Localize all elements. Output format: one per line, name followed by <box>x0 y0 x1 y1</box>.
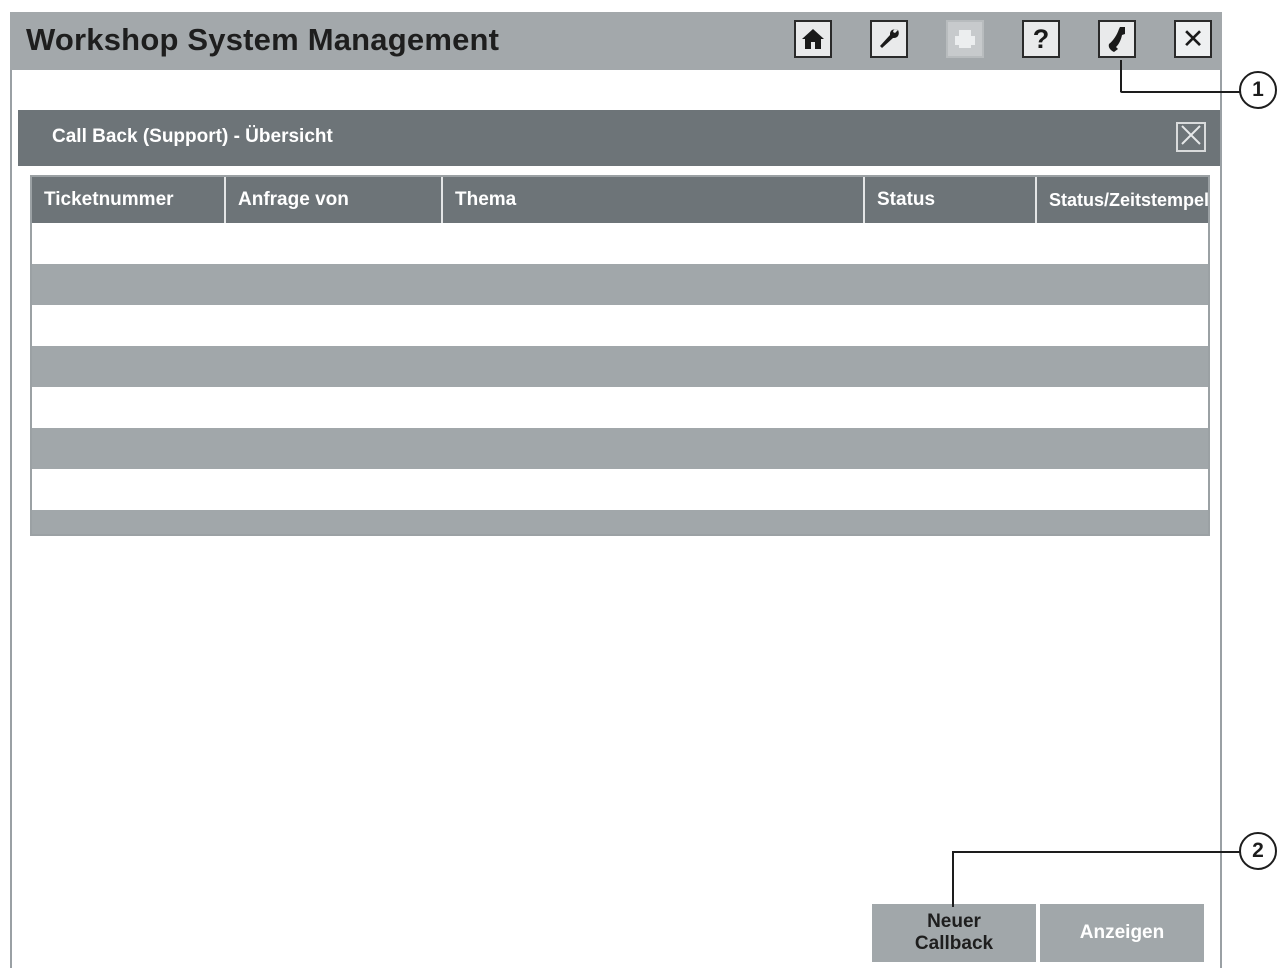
wrench-icon <box>877 27 901 51</box>
table-row[interactable] <box>32 264 1208 305</box>
column-header-ticketnummer[interactable]: Ticketnummer <box>32 177 224 223</box>
callout-leader-1 <box>1120 60 1122 92</box>
column-header-anfrage-von[interactable]: Anfrage von <box>224 177 441 223</box>
table-row[interactable] <box>32 428 1208 469</box>
column-header-status-zeitstempel[interactable]: Status/Zeitstempel <box>1035 177 1208 223</box>
home-button[interactable] <box>794 20 832 58</box>
new-callback-label: Neuer Callback <box>914 911 994 954</box>
dialog-title: Call Back (Support) - Übersicht <box>52 126 333 147</box>
close-icon: ✕ <box>1181 23 1205 54</box>
column-header-status[interactable]: Status <box>863 177 1035 223</box>
callout-2: 2 <box>1239 832 1277 870</box>
callback-phone-button[interactable] <box>1098 20 1136 58</box>
column-header-thema[interactable]: Thema <box>441 177 863 223</box>
callback-table: Ticketnummer Anfrage von Thema Status St… <box>30 175 1210 536</box>
close-icon <box>1180 124 1202 151</box>
table-header: Ticketnummer Anfrage von Thema Status St… <box>32 177 1208 223</box>
app-title: Workshop System Management <box>26 22 500 57</box>
callout-1: 1 <box>1239 71 1277 109</box>
table-row[interactable] <box>32 223 1208 264</box>
table-row[interactable] <box>32 387 1208 428</box>
callout-leader-2 <box>952 851 954 907</box>
callout-leader-2-h <box>952 851 1240 853</box>
help-icon: ? <box>1032 23 1050 54</box>
app-close-button[interactable]: ✕ <box>1174 20 1212 58</box>
phone-icon <box>1105 25 1129 53</box>
table-row[interactable] <box>32 510 1208 534</box>
table-row[interactable] <box>32 305 1208 346</box>
callout-leader-1-h <box>1120 91 1240 93</box>
table-row[interactable] <box>32 346 1208 387</box>
app-titlebar: Workshop System Management ? ✕ <box>10 12 1222 70</box>
dialog-header: Call Back (Support) - Übersicht <box>18 110 1220 166</box>
show-button[interactable]: Anzeigen <box>1040 904 1204 962</box>
wrench-button[interactable] <box>870 20 908 58</box>
home-icon <box>801 28 825 50</box>
dialog-close-button[interactable] <box>1176 122 1206 152</box>
new-callback-button[interactable]: Neuer Callback <box>872 904 1036 962</box>
table-row[interactable] <box>32 469 1208 510</box>
printer-icon <box>953 29 977 49</box>
help-button[interactable]: ? <box>1022 20 1060 58</box>
print-button[interactable] <box>946 20 984 58</box>
